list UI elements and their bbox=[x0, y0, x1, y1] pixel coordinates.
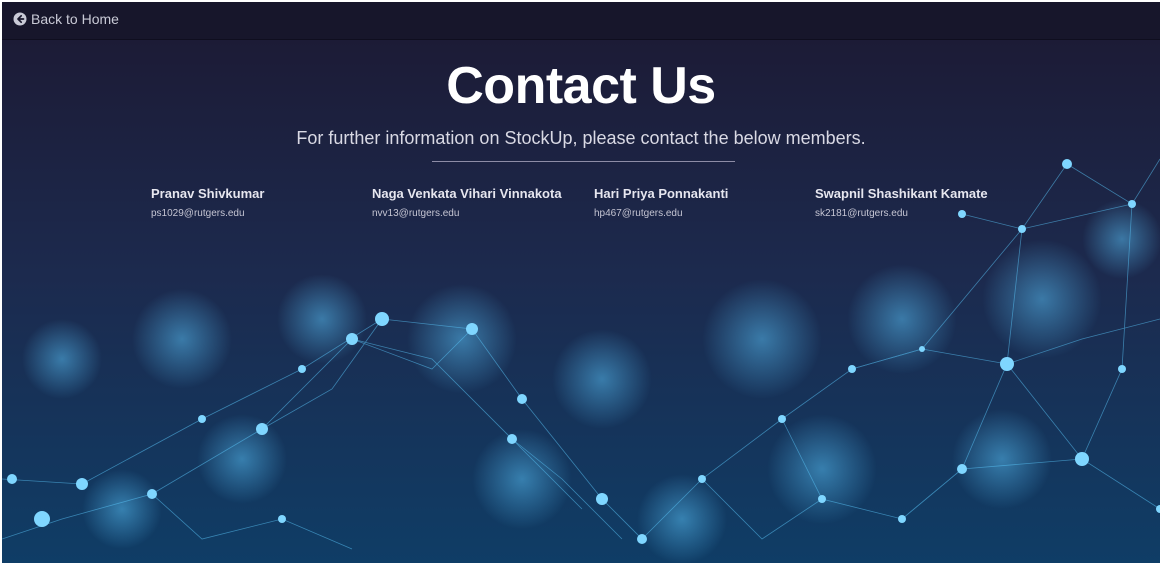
title-divider bbox=[432, 161, 735, 162]
member-card: Swapnil Shashikant Kamate sk2181@rutgers… bbox=[815, 186, 988, 219]
network-background-image bbox=[2, 39, 1160, 563]
back-to-home-label: Back to Home bbox=[31, 11, 119, 27]
arrow-circle-left-icon bbox=[13, 12, 27, 26]
member-email: hp467@rutgers.edu bbox=[594, 208, 683, 219]
top-navigation-bar: Back to Home bbox=[2, 2, 1160, 40]
back-to-home-link[interactable]: Back to Home bbox=[13, 11, 119, 27]
member-name: Naga Venkata Vihari Vinnakota bbox=[372, 186, 562, 201]
page-subtitle: For further information on StockUp, plea… bbox=[296, 128, 866, 148]
member-card: Pranav Shivkumar ps1029@rutgers.edu bbox=[151, 186, 264, 219]
member-email: sk2181@rutgers.edu bbox=[815, 208, 908, 219]
member-name: Swapnil Shashikant Kamate bbox=[815, 186, 988, 201]
member-card: Naga Venkata Vihari Vinnakota nvv13@rutg… bbox=[372, 186, 562, 219]
page-frame: Back to Home Contact Us For further info… bbox=[2, 2, 1160, 563]
member-name: Pranav Shivkumar bbox=[151, 186, 265, 201]
member-card: Hari Priya Ponnakanti hp467@rutgers.edu bbox=[594, 186, 728, 219]
member-name: Hari Priya Ponnakanti bbox=[594, 186, 729, 201]
member-email: ps1029@rutgers.edu bbox=[151, 208, 245, 219]
page-title: Contact Us bbox=[446, 57, 716, 115]
member-email: nvv13@rutgers.edu bbox=[372, 208, 460, 219]
